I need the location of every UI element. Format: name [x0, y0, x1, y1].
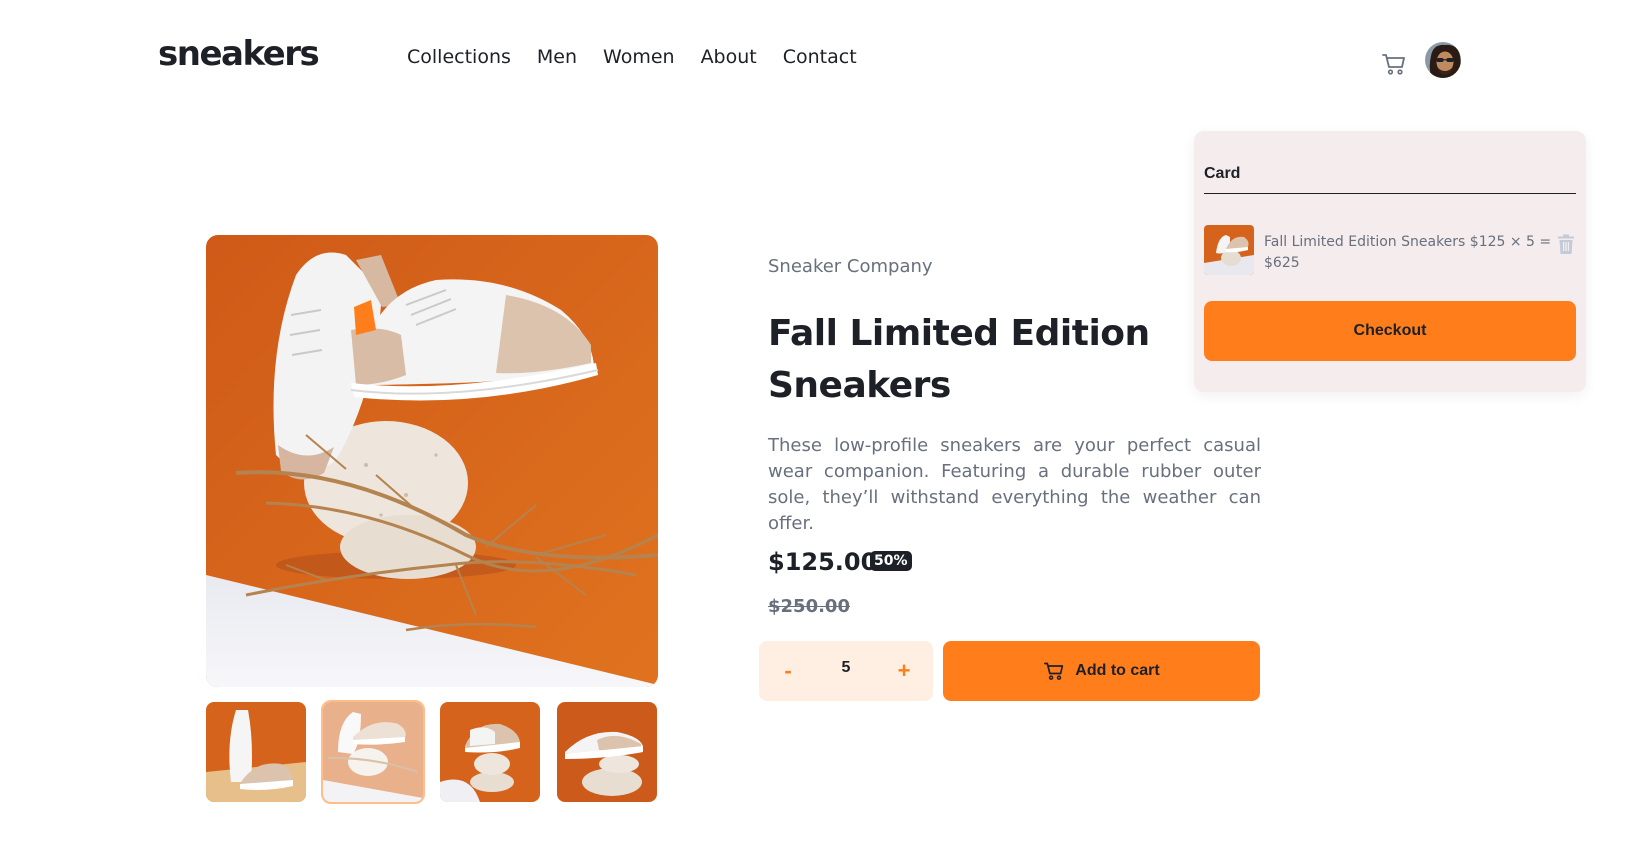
product-title: Fall Limited Edition Sneakers [768, 313, 1150, 406]
nav-contact[interactable]: Contact [783, 46, 857, 68]
cart-dropdown: Card Fall Limited Edition Sneakers $125 … [1194, 131, 1586, 392]
nav-men[interactable]: Men [537, 46, 577, 68]
nav-collections[interactable]: Collections [407, 46, 511, 68]
current-price: $125.00 [768, 548, 878, 576]
nav-about[interactable]: About [701, 46, 757, 68]
delete-icon[interactable] [1557, 234, 1575, 255]
product-image[interactable] [206, 235, 658, 687]
product-description: These low-profile sneakers are your perf… [768, 435, 1261, 534]
decrease-quantity-button[interactable]: - [774, 657, 802, 685]
cart-divider [1204, 193, 1576, 194]
company-name: Sneaker Company [768, 256, 933, 277]
main-nav: Collections Men Women About Contact [407, 46, 857, 68]
quantity-value: 5 [841, 659, 851, 676]
original-price: $250.00 [768, 596, 850, 617]
cart-item-text: Fall Limited Edition Sneakers $125 × 5 =… [1264, 234, 1552, 271]
increase-quantity-button[interactable]: + [890, 657, 918, 685]
thumbnail-4[interactable] [557, 702, 657, 802]
cart-item-thumbnail [1204, 225, 1254, 275]
discount-badge: 50% [870, 551, 912, 571]
avatar[interactable] [1423, 40, 1463, 80]
add-to-cart-button[interactable]: Add to cart [943, 641, 1260, 701]
thumbnail-1[interactable] [206, 702, 306, 802]
cart-title: Card [1204, 165, 1241, 182]
nav-women[interactable]: Women [603, 46, 675, 68]
add-to-cart-label: Add to cart [1075, 662, 1160, 679]
thumbnail-3[interactable] [440, 702, 540, 802]
cart-icon [1044, 662, 1064, 680]
quantity-stepper: - 5 + [759, 641, 933, 701]
checkout-button[interactable]: Checkout [1204, 301, 1576, 361]
thumbnail-2[interactable] [321, 700, 425, 804]
cart-icon[interactable] [1381, 52, 1407, 76]
site-logo[interactable]: sneakers [158, 34, 320, 74]
thumbnail-strip [206, 700, 657, 804]
